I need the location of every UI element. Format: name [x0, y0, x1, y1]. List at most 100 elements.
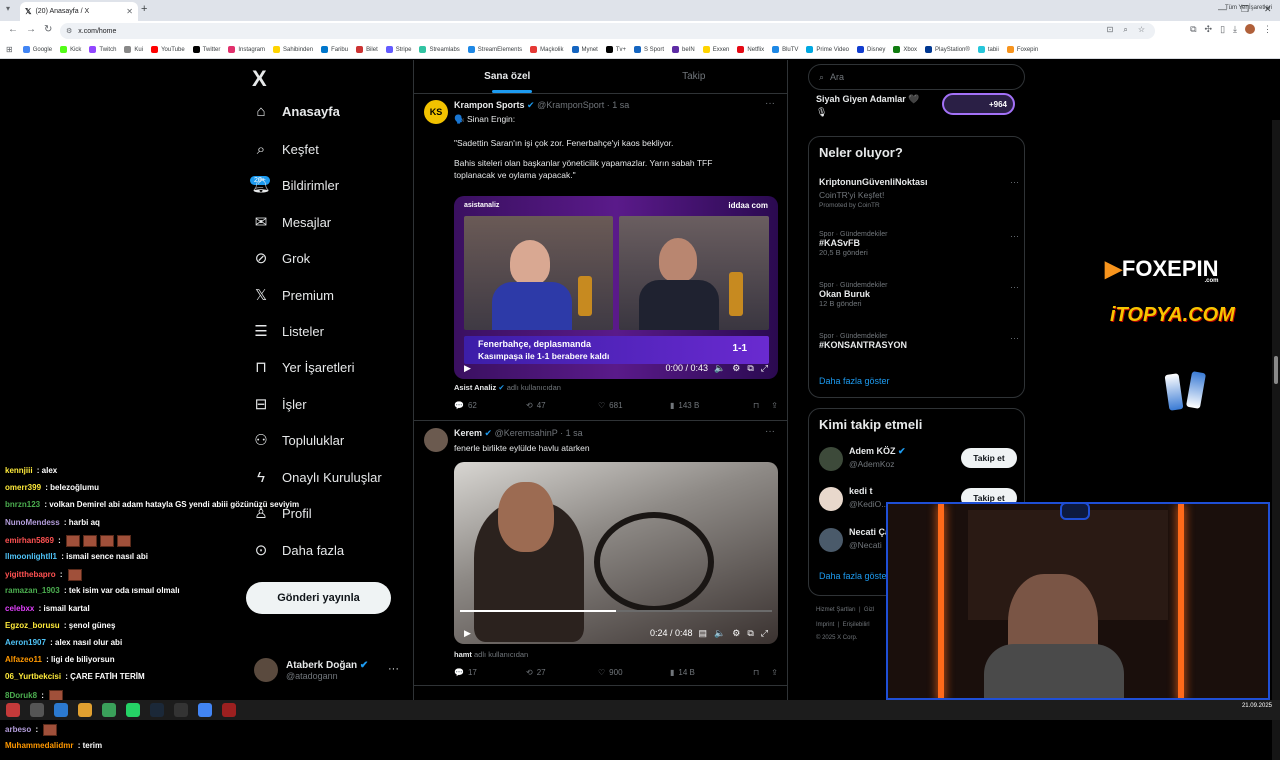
bookmark-item[interactable]: Twitch	[89, 46, 116, 53]
clock[interactable]: 21.09.2025	[1242, 703, 1272, 710]
bookmark-item[interactable]: S Sport	[634, 46, 664, 53]
views-button[interactable]: ▮ 143 B	[670, 401, 742, 410]
bookmark-item[interactable]: tabii	[977, 46, 999, 53]
progress-track[interactable]	[460, 610, 772, 612]
download-icon[interactable]: ⤓	[1233, 24, 1237, 35]
source-name[interactable]: Asist Analiz	[454, 383, 496, 392]
share-icon[interactable]: ⇪	[771, 401, 778, 410]
video-player[interactable]: asistanaliz iddaa com Fenerbahçe, deplas…	[454, 196, 778, 379]
chrome-icon[interactable]	[198, 703, 212, 717]
sidebar-item-grok[interactable]: ⊘ Grok	[252, 249, 310, 267]
forward-icon[interactable]: →	[26, 24, 36, 35]
app-icon[interactable]	[6, 703, 20, 717]
footer-link[interactable]: Imprint	[816, 622, 834, 628]
bookmark-item[interactable]: Mynet	[571, 46, 598, 53]
bookmark-item[interactable]: Foxepin	[1006, 46, 1038, 53]
bookmark-item[interactable]: Streamlabs	[419, 46, 460, 53]
sidebar-item-briefcase[interactable]: ⊟ İşler	[252, 395, 307, 413]
follow-suggestion[interactable]: Adem KÖZ ✔ @AdemKoz Takip et	[819, 445, 1019, 475]
like-button[interactable]: ♡ 900	[598, 668, 670, 677]
scrollbar[interactable]	[1272, 120, 1280, 760]
sidebar-item-home[interactable]: ⌂ Anasayfa	[252, 102, 339, 120]
more-icon[interactable]: ···	[1010, 231, 1019, 241]
site-info-icon[interactable]: ⚙	[66, 27, 72, 35]
trend-item[interactable]: Spor · Gündemdekiler Okan Buruk 12 B gön…	[819, 282, 1019, 308]
all-bookmarks[interactable]: Tüm Yer İşaretleri	[1225, 5, 1272, 11]
volume-icon[interactable]: 🔈	[714, 628, 725, 639]
post-button[interactable]: Gönderi yayınla	[246, 582, 391, 614]
bookmark-item[interactable]: Kui	[124, 46, 143, 53]
bookmark-item[interactable]: Xbox	[893, 46, 917, 53]
more-icon[interactable]: ···	[765, 98, 775, 109]
extension-icon[interactable]: ⧉	[1190, 24, 1196, 35]
account-switcher[interactable]: Ataberk Doğan ✔ @atadogann	[254, 658, 368, 682]
tweet-handle[interactable]: @KramponSport	[537, 100, 604, 110]
tweet-time[interactable]: · 1 sa	[560, 428, 583, 438]
play-icon[interactable]: ▶	[464, 628, 471, 639]
sidebar-item-communities[interactable]: ⚇ Topluluklar	[252, 431, 344, 449]
app-icon[interactable]	[102, 703, 116, 717]
puzzle-icon[interactable]: ✣	[1205, 24, 1213, 35]
scrollbar-thumb[interactable]	[1274, 356, 1278, 384]
tweet-time[interactable]: · 1 sa	[607, 100, 630, 110]
bookmark-item[interactable]: BluTV	[772, 46, 798, 53]
tab-for-you[interactable]: Sana özel	[414, 60, 601, 93]
more-icon[interactable]: ···	[765, 426, 775, 437]
app-icon[interactable]	[174, 703, 188, 717]
bookmark-item[interactable]: Bilet	[356, 46, 378, 53]
sidepanel-icon[interactable]: ▯	[1220, 24, 1225, 35]
settings-icon[interactable]: ⚙	[732, 628, 740, 639]
bookmark-item[interactable]: Kick	[60, 46, 81, 53]
captions-icon[interactable]: ▤	[699, 628, 708, 639]
steam-icon[interactable]	[150, 703, 164, 717]
app-icon[interactable]	[30, 703, 44, 717]
reply-button[interactable]: 💬 62	[454, 401, 526, 410]
reload-icon[interactable]: ↻	[44, 24, 52, 35]
bookmark-item[interactable]: Maçkolik	[530, 46, 564, 53]
sidebar-item-x-premium[interactable]: 𝕏 Premium	[252, 286, 334, 304]
more-icon[interactable]: ···	[388, 663, 399, 675]
x-logo-icon[interactable]: X	[252, 66, 267, 92]
sidebar-item-mail[interactable]: ✉ Mesajlar	[252, 213, 331, 231]
bookmark-item[interactable]: Sahibinden	[273, 46, 313, 53]
avatar[interactable]	[424, 428, 448, 452]
show-more-link[interactable]: Daha fazla göste	[819, 571, 887, 581]
install-icon[interactable]: ⊡	[1107, 25, 1114, 35]
sidebar-item-lightning[interactable]: ϟ Onaylı Kuruluşlar	[252, 468, 382, 486]
bookmark-item[interactable]: PlayStation®	[925, 46, 970, 53]
trend-item[interactable]: Spor · Gündemdekiler #KASvFB 20,5 B gönd…	[819, 231, 1019, 257]
play-icon[interactable]: ▶	[464, 363, 471, 374]
sidebar-item-more-circle[interactable]: ⊙ Daha fazla	[252, 541, 344, 559]
star-icon[interactable]: ☆	[1138, 25, 1145, 35]
sidebar-item-search[interactable]: ⌕ Keşfet	[252, 140, 319, 158]
folder-icon[interactable]	[78, 703, 92, 717]
zoom-icon[interactable]: ⌕	[1123, 25, 1127, 35]
bookmark-item[interactable]: Twitter	[192, 46, 220, 53]
tweet-author[interactable]: Krampon Sports	[454, 100, 525, 110]
pip-icon[interactable]: ⧉	[747, 363, 753, 374]
retweet-button[interactable]: ⟲ 47	[526, 401, 598, 410]
share-icon[interactable]: ⇪	[771, 668, 778, 677]
views-button[interactable]: ▮ 14 B	[670, 668, 742, 677]
tweet-author[interactable]: Kerem	[454, 428, 482, 438]
bookmark-item[interactable]: Google	[22, 46, 52, 53]
bookmark-icon[interactable]: ⊓	[753, 401, 759, 410]
more-icon[interactable]: ···	[1010, 333, 1019, 343]
bookmark-item[interactable]: Faribu	[321, 46, 348, 53]
avatar[interactable]: KS	[424, 100, 448, 124]
apps-grid-icon[interactable]: ⊞	[6, 45, 13, 54]
bookmark-item[interactable]: Netflix	[737, 46, 764, 53]
whatsapp-icon[interactable]	[126, 703, 140, 717]
bookmark-item[interactable]: Stripe	[385, 46, 411, 53]
app-icon[interactable]	[54, 703, 68, 717]
bookmark-item[interactable]: Disney	[857, 46, 885, 53]
tab-close-icon[interactable]: ✕	[126, 7, 133, 16]
show-more-link[interactable]: Daha fazla göster	[819, 376, 890, 386]
source-name[interactable]: hamt	[454, 650, 472, 659]
profile-avatar[interactable]	[1245, 24, 1255, 34]
bookmark-item[interactable]: Instagram	[228, 46, 265, 53]
fullscreen-icon[interactable]: ⤢	[761, 363, 768, 374]
address-bar[interactable]: ⚙ x.com/home	[60, 23, 1155, 39]
sidebar-item-bookmark[interactable]: ⊓ Yer İşaretleri	[252, 358, 354, 376]
footer-link[interactable]: Erişilebilirl	[843, 622, 870, 628]
